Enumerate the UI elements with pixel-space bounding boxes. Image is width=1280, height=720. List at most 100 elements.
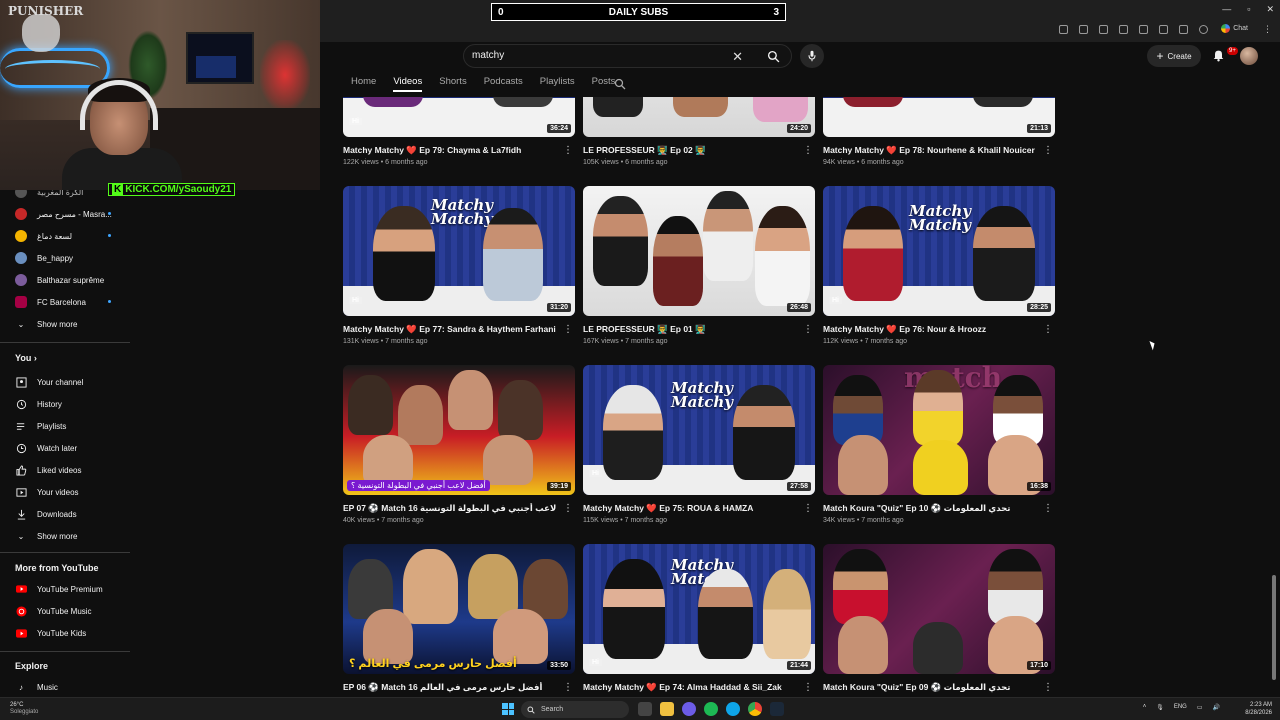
video-title[interactable]: Matchy Matchy ❤️ Ep 76: Nour & Hroozz	[823, 324, 1038, 335]
star-icon[interactable]	[1159, 25, 1168, 34]
mic-tray-icon[interactable]: 🎙	[1156, 704, 1164, 711]
sidebar-item-your-channel[interactable]: Your channel	[15, 376, 83, 388]
video-card[interactable]: Matchy Matchy Hi 28:25 Matchy Matchy ❤️ …	[823, 186, 1055, 345]
tab-home[interactable]: Home	[351, 76, 376, 92]
video-title[interactable]: Matchy Matchy ❤️ Ep 75: ROUA & HAMZA	[583, 503, 798, 514]
minimize-icon[interactable]: —	[1222, 4, 1231, 15]
video-title[interactable]: EP 07 ⚽ Match 16 أفضل لاعب أجنبي في البط…	[343, 503, 558, 514]
video-title[interactable]: LE PROFESSEUR 👨‍🏫 Ep 02 👨‍🏫	[583, 145, 798, 156]
video-thumbnail[interactable]: Matchy Matchy Hi 28:25	[823, 186, 1055, 316]
task-view-icon[interactable]	[638, 702, 652, 716]
steam-icon[interactable]	[770, 702, 784, 716]
sidebar-item-watch-later[interactable]: Watch later	[15, 442, 77, 454]
sidebar-item-downloads[interactable]: Downloads	[15, 508, 77, 520]
sidebar-subscription[interactable]: Be_happy	[15, 252, 73, 264]
more-options-icon[interactable]: ⋮	[1043, 145, 1053, 156]
search-box[interactable]: matchy ✕	[463, 44, 792, 68]
video-thumbnail[interactable]: Hi 36:24	[343, 97, 575, 137]
extension-icon[interactable]	[1059, 25, 1068, 34]
sidebar-item-your-videos[interactable]: Your videos	[15, 486, 79, 498]
extension-icon[interactable]	[1139, 25, 1148, 34]
channel-search-icon[interactable]	[614, 78, 626, 90]
video-card[interactable]: Matchy Matchy Hi 31:20 Matchy Matchy ❤️ …	[343, 186, 575, 345]
video-title[interactable]: LE PROFESSEUR 👨‍🏫 Ep 01 👨‍🏫	[583, 324, 798, 335]
clear-search-icon[interactable]: ✕	[732, 49, 743, 65]
account-avatar[interactable]	[1240, 47, 1258, 65]
video-title[interactable]: Match Koura "Quiz" Ep 09 ⚽ تحدي المعلوما…	[823, 682, 1038, 693]
sidebar-item-liked-videos[interactable]: Liked videos	[15, 464, 81, 476]
more-options-icon[interactable]: ⋮	[563, 682, 573, 693]
video-title[interactable]: Matchy Matchy ❤️ Ep 74: Alma Haddad & Si…	[583, 682, 798, 693]
video-title[interactable]: Matchy Matchy ❤️ Ep 77: Sandra & Haythem…	[343, 324, 558, 335]
extension-icon[interactable]	[1099, 25, 1108, 34]
sidebar-item-history[interactable]: History	[15, 398, 62, 410]
tab-playlists[interactable]: Playlists	[540, 76, 575, 92]
search-input[interactable]: matchy	[472, 50, 504, 61]
sidebar-subscription[interactable]: Balthazar suprême	[15, 274, 104, 286]
video-thumbnail[interactable]: أفضل لاعب أجنبي في البطولة التونسية ؟ 39…	[343, 365, 575, 495]
language-indicator[interactable]: ENG	[1174, 704, 1187, 711]
more-options-icon[interactable]: ⋮	[803, 324, 813, 335]
window-controls[interactable]: — ▫ ✕	[1222, 4, 1274, 15]
notifications-bell-icon[interactable]	[1212, 48, 1225, 62]
more-options-icon[interactable]: ⋮	[803, 145, 813, 156]
you-heading[interactable]: You ›	[15, 353, 37, 363]
video-thumbnail[interactable]: Matchy Matchy Hi 31:20	[343, 186, 575, 316]
create-button[interactable]: + Create	[1147, 45, 1201, 67]
sidebar-subscription[interactable]: FC Barcelona	[15, 296, 86, 308]
tab-videos[interactable]: Videos	[393, 76, 423, 92]
file-explorer-icon[interactable]	[660, 702, 674, 716]
sidebar-subscription[interactable]: مسرح مصر - Masra...	[15, 208, 112, 220]
more-options-icon[interactable]: ⋮	[803, 503, 813, 514]
discord-icon[interactable]	[682, 702, 696, 716]
weather-widget[interactable]: 26°C Soleggiato	[10, 702, 38, 716]
browser-menu-icon[interactable]: ⋮	[1263, 24, 1272, 35]
video-thumbnail[interactable]: 26:48	[583, 186, 815, 316]
sidebar-item-youtube-kids[interactable]: YouTube Kids	[15, 627, 86, 639]
windows-start-icon[interactable]	[502, 703, 514, 715]
video-card[interactable]: match 16:38 Match Koura "Quiz" Ep 10 ⚽ ت…	[823, 365, 1055, 524]
more-options-icon[interactable]: ⋮	[803, 682, 813, 693]
more-options-icon[interactable]: ⋮	[563, 324, 573, 335]
show-more-subscriptions[interactable]: ⌄ Show more	[15, 318, 78, 330]
video-card[interactable]: أفضل لاعب أجنبي في البطولة التونسية ؟ 39…	[343, 365, 575, 524]
sidebar-item-playlists[interactable]: Playlists	[15, 420, 66, 432]
edge-icon[interactable]	[726, 702, 740, 716]
close-window-icon[interactable]: ✕	[1266, 4, 1274, 15]
maximize-icon[interactable]: ▫	[1247, 4, 1250, 15]
more-options-icon[interactable]: ⋮	[1043, 682, 1053, 693]
video-title[interactable]: Matchy Matchy ❤️ Ep 78: Nourhene & Khali…	[823, 145, 1038, 156]
more-options-icon[interactable]: ⋮	[563, 145, 573, 156]
chat-button[interactable]: Chat	[1221, 24, 1248, 33]
video-thumbnail[interactable]: 17:10	[823, 544, 1055, 674]
spotify-icon[interactable]	[704, 702, 718, 716]
video-card[interactable]: 17:10 Match Koura "Quiz" Ep 09 ⚽ تحدي ال…	[823, 544, 1055, 693]
tab-shorts[interactable]: Shorts	[439, 76, 466, 92]
video-card[interactable]: Matchy Matchy Hi 21:44 Matchy Matchy ❤️ …	[583, 544, 815, 693]
video-card[interactable]: 26:48 LE PROFESSEUR 👨‍🏫 Ep 01 👨‍🏫 167K v…	[583, 186, 815, 345]
more-options-icon[interactable]: ⋮	[1043, 503, 1053, 514]
taskbar-clock[interactable]: 2:23 AM 8/28/2026	[1245, 701, 1272, 717]
video-thumbnail[interactable]: 21:13	[823, 97, 1055, 137]
video-thumbnail[interactable]: أفضل حارس مرمى في العالم ؟ 33:50	[343, 544, 575, 674]
video-thumbnail[interactable]: Matchy Matchy Hi 27:58	[583, 365, 815, 495]
search-button[interactable]	[755, 44, 791, 68]
voice-search-button[interactable]	[800, 44, 824, 68]
video-card[interactable]: 21:13 Matchy Matchy ❤️ Ep 78: Nourhene &…	[823, 97, 1055, 166]
profile-icon[interactable]	[1199, 25, 1208, 34]
sidebar-item-music[interactable]: ♪ Music	[15, 681, 58, 693]
video-card[interactable]: Matchy Matchy Hi 27:58 Matchy Matchy ❤️ …	[583, 365, 815, 524]
page-scrollbar[interactable]	[1272, 575, 1276, 680]
chrome-icon[interactable]	[748, 702, 762, 716]
video-card[interactable]: 24:20 LE PROFESSEUR 👨‍🏫 Ep 02 👨‍🏫 105K v…	[583, 97, 815, 166]
video-title[interactable]: Matchy Matchy ❤️ Ep 79: Chayma & La7fidh	[343, 145, 558, 156]
tray-chevron-icon[interactable]: ˄	[1143, 704, 1147, 711]
video-card[interactable]: Hi 36:24 Matchy Matchy ❤️ Ep 79: Chayma …	[343, 97, 575, 166]
volume-icon[interactable]: 🔊	[1213, 704, 1220, 711]
sidebar-item-youtube-premium[interactable]: YouTube Premium	[15, 583, 103, 595]
video-card[interactable]: أفضل حارس مرمى في العالم ؟ 33:50 EP 06 ⚽…	[343, 544, 575, 693]
sidepanel-icon[interactable]	[1179, 25, 1188, 34]
sidebar-item-youtube-music[interactable]: YouTube Music	[15, 605, 92, 617]
video-thumbnail[interactable]: match 16:38	[823, 365, 1055, 495]
more-options-icon[interactable]: ⋮	[563, 503, 573, 514]
